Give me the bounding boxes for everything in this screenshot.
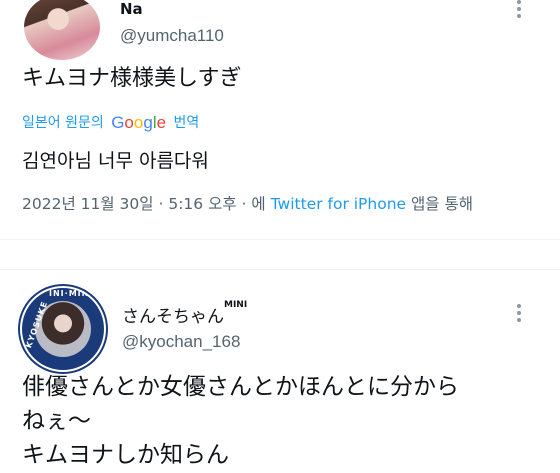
tweet-text-line: キムヨナしか知らん <box>22 442 229 469</box>
translation-prefix: 일본어 원문의 <box>22 115 104 131</box>
tweet-source-link[interactable]: Twitter for iPhone <box>271 195 406 213</box>
user-avatar[interactable] <box>24 0 100 60</box>
more-options-icon[interactable] <box>516 0 522 22</box>
tweet-card[interactable]: INI·MINI KYOSUKE さんそちゃんMINI @kyochan_168… <box>0 270 560 473</box>
tweet-date[interactable]: 2022년 11월 30일 <box>22 195 154 213</box>
translation-link[interactable]: 일본어 원문의 Google 번역 <box>22 112 199 132</box>
user-handle[interactable]: @yumcha110 <box>120 26 224 46</box>
tweet-time[interactable]: 5:16 오후 <box>168 195 236 213</box>
tweet-text: キムヨナ様様美しすぎ <box>22 66 242 91</box>
translated-text: 김연아님 너무 아름다워 <box>22 150 209 172</box>
tweet-card[interactable]: Na @yumcha110 キムヨナ様様美しすぎ 일본어 원문의 Google … <box>0 0 560 250</box>
tweet-text-line: 俳優さんとか女優さんとかほんとに分から <box>22 374 459 400</box>
display-name-text: さんそちゃん <box>122 307 224 327</box>
display-name[interactable]: Na <box>120 0 143 18</box>
tweet-meta: 2022년 11월 30일 · 5:16 오후 · 에 Twitter for … <box>22 192 473 214</box>
user-handle[interactable]: @kyochan_168 <box>122 332 240 352</box>
display-name-suffix: MINI <box>224 300 248 310</box>
via-suffix: 앱을 통해 <box>411 195 473 213</box>
tweet-text: 俳優さんとか女優さんとかほんとに分から ねぇ～ キムヨナしか知らん <box>22 370 459 472</box>
user-avatar[interactable]: INI·MINI KYOSUKE <box>20 286 106 372</box>
tweet-gap <box>0 240 560 269</box>
more-options-icon[interactable] <box>516 304 522 326</box>
display-name[interactable]: さんそちゃんMINI <box>122 300 248 327</box>
avatar-ring-text: INI·MINI <box>49 289 94 298</box>
google-logo-icon: Google <box>111 113 167 132</box>
tweet-text-line: ねぇ～ <box>22 408 91 435</box>
meta-separator: · <box>241 195 247 213</box>
meta-separator: · <box>158 195 164 213</box>
translation-suffix: 번역 <box>173 115 200 131</box>
via-prefix: 에 <box>251 195 266 213</box>
